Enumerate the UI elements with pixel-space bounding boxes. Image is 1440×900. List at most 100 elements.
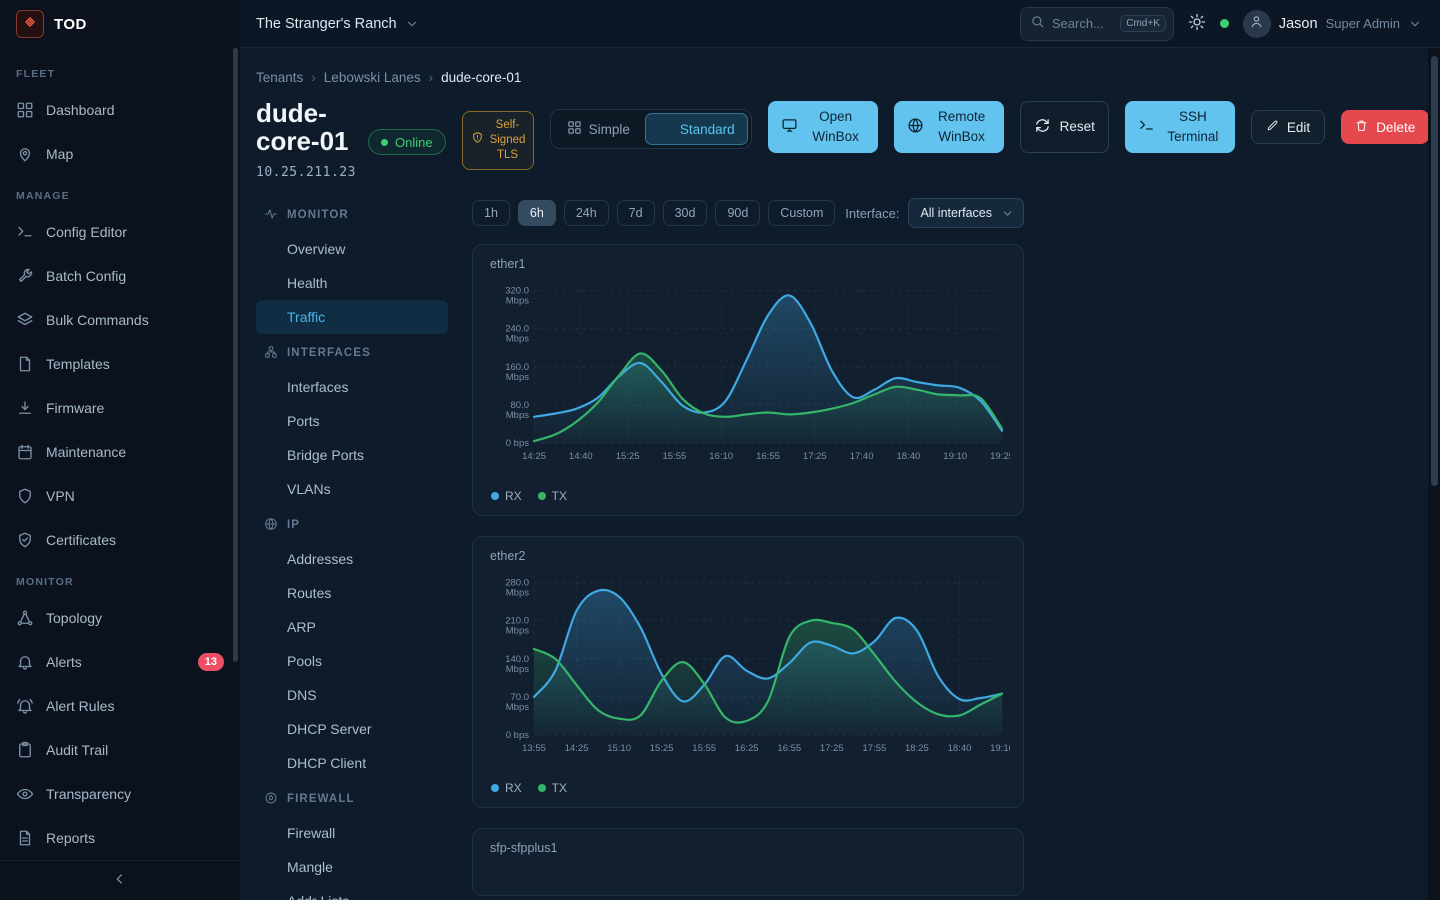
sidebar-item-alerts[interactable]: Alerts13 (0, 640, 240, 684)
svg-text:Mbps: Mbps (506, 334, 529, 345)
svg-text:Mbps: Mbps (506, 296, 529, 307)
globe-icon (264, 517, 278, 534)
interface-value: All interfaces (920, 206, 992, 220)
breadcrumb-tenant-name[interactable]: Lebowski Lanes (324, 70, 421, 85)
device-nav-item-ports[interactable]: Ports (256, 404, 448, 438)
device-nav-item-routes[interactable]: Routes (256, 576, 448, 610)
sidebar-item-firmware[interactable]: Firmware (0, 386, 240, 430)
svg-text:17:55: 17:55 (863, 743, 887, 754)
device-nav-item-addresses[interactable]: Addresses (256, 542, 448, 576)
sidebar-item-config-editor[interactable]: Config Editor (0, 210, 240, 254)
action-button-open-winbox[interactable]: Open WinBox (768, 101, 878, 153)
breadcrumb-tenants[interactable]: Tenants (256, 70, 303, 85)
chevron-down-icon (1001, 207, 1014, 220)
sidebar-item-audit-trail[interactable]: Audit Trail (0, 728, 240, 772)
chart-toolbar: 1h6h24h7d30d90dCustom Interface: All int… (472, 198, 1024, 228)
sidebar-item-vpn[interactable]: VPN (0, 474, 240, 518)
delete-button[interactable]: Delete (1341, 110, 1429, 144)
legend-item-rx: RX (491, 781, 522, 795)
svg-text:Mbps: Mbps (506, 372, 529, 383)
wrench-icon (16, 267, 34, 285)
theme-toggle-button[interactable] (1188, 13, 1206, 34)
window-scrollbar-thumb[interactable] (1431, 56, 1438, 486)
sidebar-item-dashboard[interactable]: Dashboard (0, 88, 240, 132)
sidebar-item-batch-config[interactable]: Batch Config (0, 254, 240, 298)
device-nav-item-overview[interactable]: Overview (256, 232, 448, 266)
sidebar-item-alert-rules[interactable]: Alert Rules (0, 684, 240, 728)
device-nav-item-addr-lists[interactable]: Addr Lists (256, 884, 448, 900)
sidebar-nav: FLEETDashboardMapMANAGEConfig EditorBatc… (0, 48, 240, 860)
chevron-down-icon (1408, 17, 1422, 31)
device-nav-item-traffic[interactable]: Traffic (256, 300, 448, 334)
device-nav-item-interfaces[interactable]: Interfaces (256, 370, 448, 404)
device-nav-item-dhcp-client[interactable]: DHCP Client (256, 746, 448, 780)
edit-label: Edit (1287, 120, 1310, 135)
breadcrumb-separator: › (311, 70, 316, 85)
sidebar-item-transparency[interactable]: Transparency (0, 772, 240, 816)
legend-dot (491, 492, 499, 500)
chart-title: ether2 (490, 549, 1010, 563)
topbar: The Stranger's Ranch Search... Cmd+K Jas… (240, 0, 1440, 48)
view-mode-simple[interactable]: Simple (554, 113, 643, 145)
time-range-24h[interactable]: 24h (564, 200, 609, 226)
device-nav-item-dns[interactable]: DNS (256, 678, 448, 712)
device-nav-item-firewall[interactable]: Firewall (256, 816, 448, 850)
pencil-icon (1266, 119, 1279, 135)
time-range-1h[interactable]: 1h (472, 200, 510, 226)
time-range-90d[interactable]: 90d (715, 200, 760, 226)
edit-button[interactable]: Edit (1251, 110, 1325, 144)
sidebar-item-map[interactable]: Map (0, 132, 240, 176)
sidebar-item-maintenance[interactable]: Maintenance (0, 430, 240, 474)
device-nav-item-dhcp-server[interactable]: DHCP Server (256, 712, 448, 746)
app-root: TOD FLEETDashboardMapMANAGEConfig Editor… (0, 0, 1440, 900)
sidebar-scrollbar[interactable] (233, 48, 238, 662)
tenant-selector[interactable]: The Stranger's Ranch (256, 16, 419, 32)
sidebar-section-manage: MANAGE (0, 176, 240, 210)
sidebar-item-label: Certificates (46, 532, 116, 548)
hierarchy-icon (264, 345, 278, 362)
svg-text:19:10: 19:10 (990, 743, 1010, 754)
tls-badge-label: Self-Signed TLS (490, 118, 526, 163)
sidebar-item-certificates[interactable]: Certificates (0, 518, 240, 562)
sidebar-item-label: VPN (46, 488, 75, 504)
time-range-custom[interactable]: Custom (768, 200, 835, 226)
device-nav-item-bridge-ports[interactable]: Bridge Ports (256, 438, 448, 472)
svg-text:16:10: 16:10 (709, 451, 733, 462)
refresh-icon (1034, 117, 1051, 137)
device-nav-item-mangle[interactable]: Mangle (256, 850, 448, 884)
action-button-reset[interactable]: Reset (1020, 101, 1109, 153)
time-range-30d[interactable]: 30d (663, 200, 708, 226)
device-nav-item-vlans[interactable]: VLANs (256, 472, 448, 506)
legend-dot (538, 492, 546, 500)
action-button-ssh-terminal[interactable]: SSH Terminal (1125, 101, 1235, 153)
svg-text:16:55: 16:55 (777, 743, 801, 754)
app-logo-text: TOD (54, 16, 87, 33)
sidebar-section-monitor: MONITOR (0, 562, 240, 596)
eye-icon (16, 785, 34, 803)
sidebar-collapse-button[interactable] (102, 867, 138, 894)
device-nav-item-pools[interactable]: Pools (256, 644, 448, 678)
time-range-7d[interactable]: 7d (617, 200, 655, 226)
delete-label: Delete (1376, 120, 1415, 135)
time-range-6h[interactable]: 6h (518, 200, 556, 226)
action-button-remote-winbox[interactable]: Remote WinBox (894, 101, 1004, 153)
view-mode-standard[interactable]: Standard (645, 113, 748, 145)
monitor-icon (781, 117, 798, 137)
user-menu[interactable]: Jason Super Admin (1243, 10, 1422, 38)
traffic-chart-card-ether2: ether2280.0Mbps210.0Mbps140.0Mbps70.0Mbp… (472, 536, 1024, 808)
sidebar-item-label: Bulk Commands (46, 312, 149, 328)
device-nav-item-health[interactable]: Health (256, 266, 448, 300)
sidebar-item-label: Batch Config (46, 268, 126, 284)
device-nav-item-arp[interactable]: ARP (256, 610, 448, 644)
chevron-down-icon (405, 17, 419, 31)
interface-select[interactable]: All interfaces (908, 198, 1024, 228)
legend-item-rx: RX (491, 489, 522, 503)
window-scrollbar[interactable] (1428, 48, 1440, 900)
sidebar-item-bulk-commands[interactable]: Bulk Commands (0, 298, 240, 342)
clipboard-icon (16, 741, 34, 759)
logo-diamond-icon (21, 13, 39, 36)
search-input[interactable]: Search... Cmd+K (1020, 7, 1174, 41)
sidebar-item-topology[interactable]: Topology (0, 596, 240, 640)
sidebar-item-templates[interactable]: Templates (0, 342, 240, 386)
sidebar-item-reports[interactable]: Reports (0, 816, 240, 860)
